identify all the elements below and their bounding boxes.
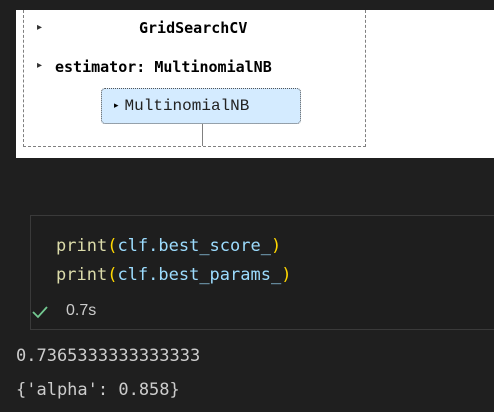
code-function: print — [56, 265, 108, 285]
code-argument: clf.best_score_ — [117, 236, 271, 256]
code-argument: clf.best_params_ — [117, 265, 282, 285]
code-paren-open: ( — [107, 236, 118, 256]
code-function: print — [56, 236, 108, 256]
code-paren-close: ) — [281, 265, 292, 285]
cell-status: 0.7s — [31, 300, 151, 324]
multinomialnb-label: MultinomialNB — [124, 97, 250, 115]
code-paren-close: ) — [270, 236, 282, 256]
code-line-1[interactable]: print(clf.best_score_) — [56, 236, 281, 256]
widget-dashed-container: ▸ GridSearchCV ▸ estimator: MultinomialN… — [23, 10, 366, 147]
code-line-2[interactable]: print(clf.best_params_) — [56, 265, 291, 285]
execution-time: 0.7s — [66, 302, 97, 319]
multinomialnb-box[interactable]: ▸ MultinomialNB — [101, 88, 301, 124]
multinomialnb-toggle-icon: ▸ — [114, 101, 119, 111]
gridsearch-toggle-icon[interactable]: ▸ — [37, 22, 42, 33]
code-cell[interactable]: print(clf.best_score_) print(clf.best_pa… — [30, 215, 494, 330]
connector-line — [202, 124, 203, 146]
output-best-score: 0.7365333333333333 — [16, 346, 201, 366]
check-icon — [32, 306, 48, 319]
output-best-params: {'alpha': 0.858} — [16, 380, 180, 400]
code-paren-open: ( — [107, 265, 118, 285]
estimator-widget: ▸ GridSearchCV ▸ estimator: MultinomialN… — [16, 10, 494, 158]
estimator-label[interactable]: estimator: MultinomialNB — [55, 58, 272, 76]
estimator-toggle-icon[interactable]: ▸ — [37, 60, 42, 71]
gridsearch-label[interactable]: GridSearchCV — [139, 19, 247, 37]
